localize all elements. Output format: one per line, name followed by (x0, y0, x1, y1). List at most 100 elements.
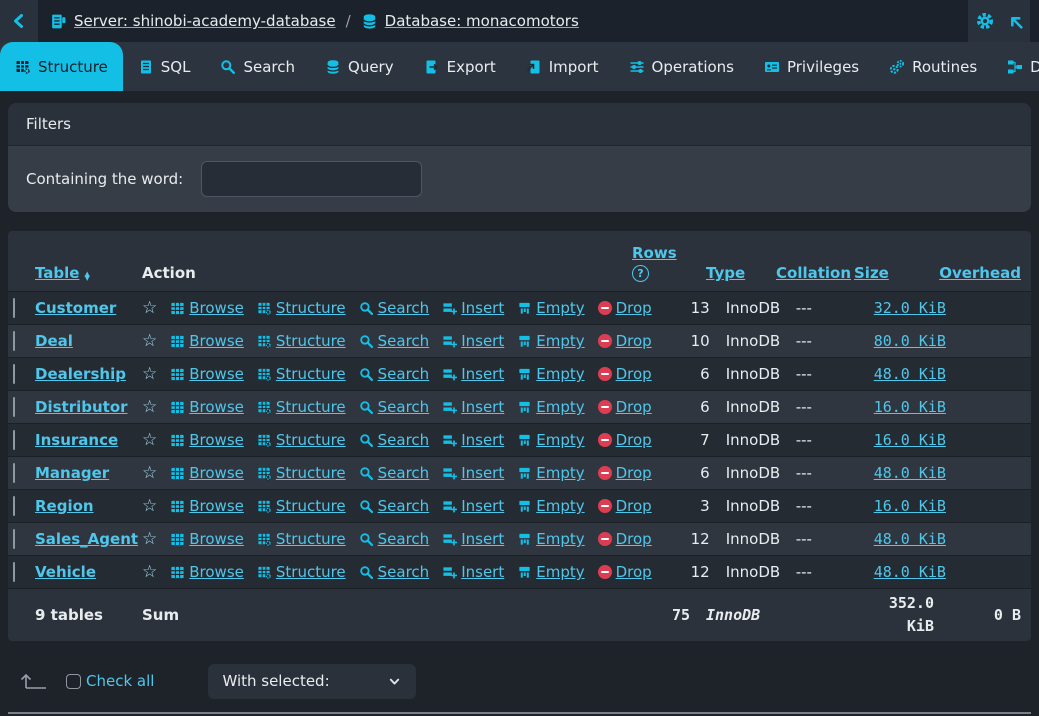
drop-link[interactable]: Drop (598, 299, 652, 317)
table-name-link[interactable]: Dealership (35, 365, 126, 383)
structure-link[interactable]: Structure (257, 530, 346, 548)
table-name-link[interactable]: Insurance (35, 431, 118, 449)
gear-icon[interactable] (975, 11, 995, 31)
search-link[interactable]: Search (359, 464, 430, 482)
insert-link[interactable]: Insert (442, 365, 504, 383)
overhead-sort-link[interactable]: Overhead (939, 264, 1021, 282)
search-link[interactable]: Search (359, 398, 430, 416)
tab-routines[interactable]: Routines (874, 42, 992, 91)
favorite-star-icon[interactable]: ☆ (142, 366, 157, 383)
row-checkbox[interactable] (13, 397, 15, 417)
row-checkbox[interactable] (13, 562, 15, 582)
browse-link[interactable]: Browse (170, 398, 244, 416)
database-link[interactable]: Database: monacomotors (385, 12, 579, 30)
insert-link[interactable]: Insert (442, 299, 504, 317)
structure-link[interactable]: Structure (257, 431, 346, 449)
row-checkbox[interactable] (13, 529, 15, 549)
drop-link[interactable]: Drop (598, 332, 652, 350)
check-all[interactable]: Check all (66, 672, 154, 690)
row-size-link[interactable]: 48.0 KiB (874, 563, 946, 581)
structure-link[interactable]: Structure (257, 299, 346, 317)
favorite-star-icon[interactable]: ☆ (142, 399, 157, 416)
empty-link[interactable]: Empty (517, 464, 584, 482)
structure-link[interactable]: Structure (257, 464, 346, 482)
insert-link[interactable]: Insert (442, 563, 504, 581)
structure-link[interactable]: Structure (257, 497, 346, 515)
favorite-star-icon[interactable]: ☆ (142, 333, 157, 350)
favorite-star-icon[interactable]: ☆ (142, 564, 157, 581)
table-name-link[interactable]: Manager (35, 464, 109, 482)
row-size-link[interactable]: 16.0 KiB (874, 398, 946, 416)
table-name-link[interactable]: Sales_Agent (35, 530, 138, 548)
browse-link[interactable]: Browse (170, 299, 244, 317)
table-name-link[interactable]: Distributor (35, 398, 128, 416)
table-name-link[interactable]: Vehicle (35, 563, 96, 581)
structure-link[interactable]: Structure (257, 563, 346, 581)
row-size-link[interactable]: 48.0 KiB (874, 464, 946, 482)
size-sort-link[interactable]: Size (854, 264, 889, 282)
empty-link[interactable]: Empty (517, 530, 584, 548)
table-name-link[interactable]: Deal (35, 332, 73, 350)
insert-link[interactable]: Insert (442, 530, 504, 548)
table-sort-link[interactable]: Table (35, 264, 79, 282)
empty-link[interactable]: Empty (517, 299, 584, 317)
browse-link[interactable]: Browse (170, 563, 244, 581)
insert-link[interactable]: Insert (442, 398, 504, 416)
drop-link[interactable]: Drop (598, 398, 652, 416)
search-link[interactable]: Search (359, 332, 430, 350)
containing-word-input[interactable] (201, 161, 422, 197)
empty-link[interactable]: Empty (517, 431, 584, 449)
with-selected-select[interactable]: With selected: (208, 664, 416, 699)
row-checkbox[interactable] (13, 364, 15, 384)
empty-link[interactable]: Empty (517, 563, 584, 581)
drop-link[interactable]: Drop (598, 365, 652, 383)
drop-link[interactable]: Drop (598, 464, 652, 482)
row-size-link[interactable]: 48.0 KiB (874, 365, 946, 383)
tab-query[interactable]: Query (310, 42, 409, 91)
server-link[interactable]: Server: shinobi-academy-database (74, 12, 336, 30)
breadcrumb-database[interactable]: Database: monacomotors (361, 12, 579, 30)
drop-link[interactable]: Drop (598, 563, 652, 581)
expand-icon[interactable] (1007, 13, 1024, 30)
row-size-link[interactable]: 16.0 KiB (874, 431, 946, 449)
structure-link[interactable]: Structure (257, 398, 346, 416)
browse-link[interactable]: Browse (170, 497, 244, 515)
drop-link[interactable]: Drop (598, 530, 652, 548)
row-size-link[interactable]: 32.0 KiB (874, 299, 946, 317)
favorite-star-icon[interactable]: ☆ (142, 300, 157, 317)
row-checkbox[interactable] (13, 430, 15, 450)
favorite-star-icon[interactable]: ☆ (142, 432, 157, 449)
row-size-link[interactable]: 48.0 KiB (874, 530, 946, 548)
table-name-link[interactable]: Region (35, 497, 94, 515)
search-link[interactable]: Search (359, 365, 430, 383)
search-link[interactable]: Search (359, 431, 430, 449)
tab-designer[interactable]: Designer (992, 42, 1039, 91)
row-checkbox[interactable] (13, 331, 15, 351)
favorite-star-icon[interactable]: ☆ (142, 465, 157, 482)
empty-link[interactable]: Empty (517, 398, 584, 416)
browse-link[interactable]: Browse (170, 365, 244, 383)
tab-privileges[interactable]: Privileges (749, 42, 874, 91)
row-size-link[interactable]: 16.0 KiB (874, 497, 946, 515)
insert-link[interactable]: Insert (442, 464, 504, 482)
structure-link[interactable]: Structure (257, 365, 346, 383)
search-link[interactable]: Search (359, 299, 430, 317)
tab-export[interactable]: Export (409, 42, 511, 91)
table-name-link[interactable]: Customer (35, 299, 116, 317)
row-checkbox[interactable] (13, 298, 15, 318)
search-link[interactable]: Search (359, 530, 430, 548)
favorite-star-icon[interactable]: ☆ (142, 498, 157, 515)
tab-search[interactable]: Search (205, 42, 310, 91)
structure-link[interactable]: Structure (257, 332, 346, 350)
row-checkbox[interactable] (13, 463, 15, 483)
row-checkbox[interactable] (13, 496, 15, 516)
insert-link[interactable]: Insert (442, 431, 504, 449)
tab-import[interactable]: Import (511, 42, 614, 91)
back-button[interactable] (0, 0, 38, 42)
search-link[interactable]: Search (359, 563, 430, 581)
collation-sort-link[interactable]: Collation (776, 264, 851, 282)
insert-link[interactable]: Insert (442, 497, 504, 515)
empty-link[interactable]: Empty (517, 497, 584, 515)
breadcrumb-server[interactable]: Server: shinobi-academy-database (50, 12, 336, 30)
tab-operations[interactable]: Operations (614, 42, 749, 91)
